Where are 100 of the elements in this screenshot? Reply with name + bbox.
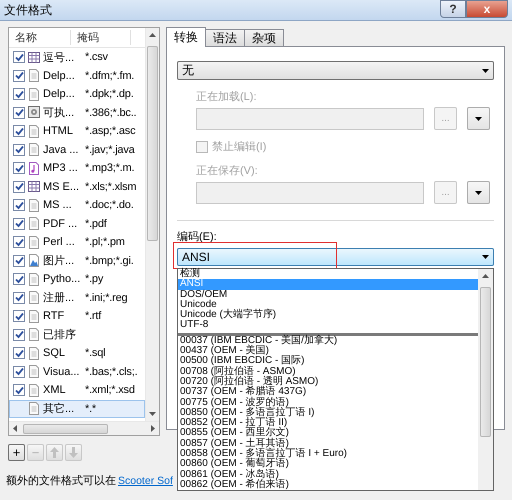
table-icon [28, 180, 40, 194]
dropdown-option[interactable]: Unicode (大端字节序) [178, 310, 478, 320]
tab[interactable]: 语法 [205, 29, 245, 47]
dropdown-option[interactable]: DOS/OEM [178, 290, 478, 300]
file-type-name: Delp... [43, 88, 76, 100]
file-mask: *.xls;*.xlsm [85, 180, 136, 193]
document-icon [28, 402, 40, 416]
scroll-right-icon [151, 425, 155, 432]
file-mask: *.asp;*.asc [85, 125, 136, 138]
file-mask: *.doc;*.do. [85, 199, 134, 212]
dropdown-option[interactable]: UTF-8 [178, 320, 478, 331]
list-row[interactable]: MP3 ... *.mp3;*.m. [9, 159, 145, 178]
dropdown-option[interactable]: 00850 (OEM - 多语言拉丁语 I) [178, 408, 478, 418]
dropdown-option[interactable]: 00737 (OEM - 希腊语 437G) [178, 387, 478, 398]
list-row[interactable]: RTF *.rtf [9, 307, 145, 326]
website-link[interactable]: Scooter Sof [118, 474, 173, 486]
dropdown-option[interactable]: 00861 (OEM - 冰岛语) [178, 470, 478, 480]
list-row[interactable]: 逗号... *.csv [9, 48, 145, 66]
file-type-name: 已排序 [43, 328, 77, 342]
checkbox[interactable] [13, 328, 25, 341]
scroll-thumb[interactable] [147, 46, 158, 241]
dropdown-option[interactable]: 00437 (OEM - 美国) [178, 346, 478, 356]
file-mask: *.dpk;*.dp. [85, 88, 134, 100]
file-type-name: SQL [43, 347, 66, 360]
document-icon [28, 124, 40, 138]
document-icon [28, 143, 40, 156]
dropdown-button[interactable] [467, 107, 490, 130]
checkbox[interactable] [13, 218, 25, 230]
document-icon [28, 291, 40, 304]
dropdown-option[interactable]: 00708 (阿拉伯语 - ASMO) [178, 366, 478, 377]
checkbox[interactable] [13, 236, 25, 248]
checkbox[interactable] [13, 88, 25, 100]
tab[interactable]: 杂项 [244, 29, 284, 47]
file-type-name: RTF [43, 310, 66, 322]
column-header[interactable]: 掩码 [71, 30, 131, 45]
list-row[interactable]: MS ... *.doc;*.do. [9, 196, 145, 214]
dropdown-option[interactable]: 00855 (OEM - 西里尔文) [178, 428, 478, 439]
list-row[interactable]: 图片... *.bmp;*.gi. [9, 252, 145, 270]
list-row[interactable]: Visua... *.bas;*.cls;. [9, 362, 145, 381]
list-row[interactable]: 注册... *.ini;*.reg [9, 288, 145, 307]
converter-dropdown[interactable]: 无 [177, 61, 494, 80]
list-row[interactable]: HTML *.asp;*.asc [9, 122, 145, 140]
checkbox[interactable] [13, 254, 25, 267]
document-icon [28, 384, 40, 397]
list-row[interactable]: 可执... *.386;*.bc.. [9, 104, 145, 122]
list-row[interactable]: Delp... *.dfm;*.fm. [9, 66, 145, 85]
dropdown-option[interactable]: 00775 (OEM - 波罗的语) [178, 398, 478, 408]
tab[interactable]: 转换 [166, 27, 206, 47]
caret-icon [475, 116, 482, 120]
checkbox[interactable] [13, 199, 25, 212]
encoding-dropdown[interactable]: ANSI [177, 248, 494, 266]
scroll-thumb[interactable] [480, 287, 491, 437]
list-row[interactable]: Pytho... *.py [9, 270, 145, 288]
list-row[interactable]: Java ... *.jav;*.java [9, 140, 145, 159]
checkbox[interactable] [13, 70, 25, 82]
checkbox[interactable] [13, 125, 25, 138]
dropdown-option[interactable]: 00860 (OEM - 葡萄牙语) [178, 459, 478, 470]
list-row[interactable]: Delp... *.dpk;*.dp. [9, 85, 145, 104]
checkbox-label: 禁止编辑(I) [212, 140, 266, 154]
checkbox[interactable] [13, 310, 25, 322]
checkbox[interactable] [13, 366, 25, 378]
document-icon [28, 217, 40, 230]
checkbox[interactable] [13, 106, 25, 119]
checkbox[interactable] [13, 162, 25, 174]
file-mask: *.* [85, 402, 96, 415]
dropdown-option[interactable]: 00500 (IBM EBCDIC - 国际) [178, 356, 478, 367]
checkbox[interactable] [13, 144, 25, 156]
dropdown-option[interactable]: 00852 (OEM - 拉丁语 II) [178, 418, 478, 428]
list-row[interactable]: XML *.xml;*.xsd [9, 381, 145, 400]
list-row[interactable]: MS E... *.xls;*.xlsm [9, 178, 145, 196]
checkbox[interactable] [13, 292, 25, 304]
file-mask: *.pl;*.pm [85, 236, 125, 248]
dropdown-button[interactable] [467, 181, 490, 204]
list-row[interactable]: PDF ... *.pdf [9, 214, 145, 233]
window-title: 文件格式 [4, 2, 53, 18]
horizontal-scrollbar[interactable] [9, 421, 159, 435]
vertical-scrollbar[interactable] [145, 28, 159, 421]
dropdown-option[interactable]: 检测 [178, 269, 478, 280]
checkbox[interactable] [13, 180, 25, 193]
list-row[interactable]: SQL *.sql [9, 344, 145, 362]
music-note-icon [28, 162, 40, 175]
file-mask: *.xml;*.xsd [85, 384, 135, 396]
checkbox[interactable] [13, 51, 25, 64]
scroll-thumb[interactable] [23, 424, 108, 434]
help-button[interactable]: ? [440, 0, 466, 18]
gear-icon [28, 106, 40, 120]
file-type-name: XML [43, 384, 67, 396]
checkbox[interactable] [13, 347, 25, 360]
list-row[interactable]: 其它... *.* [9, 400, 145, 418]
file-type-name: MP3 ... [43, 162, 79, 174]
file-mask: *.ini;*.reg [85, 292, 128, 304]
dropdown-option[interactable]: 00862 (OEM - 希伯来语) [178, 480, 478, 490]
checkbox[interactable] [13, 273, 25, 286]
list-row[interactable]: 已排序 [9, 326, 145, 344]
vertical-scrollbar[interactable] [478, 269, 493, 490]
file-type-name: Pytho... [43, 273, 82, 286]
column-header[interactable]: 名称 [9, 30, 71, 45]
list-row[interactable]: Perl ... *.pl;*.pm [9, 233, 145, 252]
add-button[interactable]: + [8, 444, 25, 461]
checkbox[interactable] [13, 384, 25, 396]
